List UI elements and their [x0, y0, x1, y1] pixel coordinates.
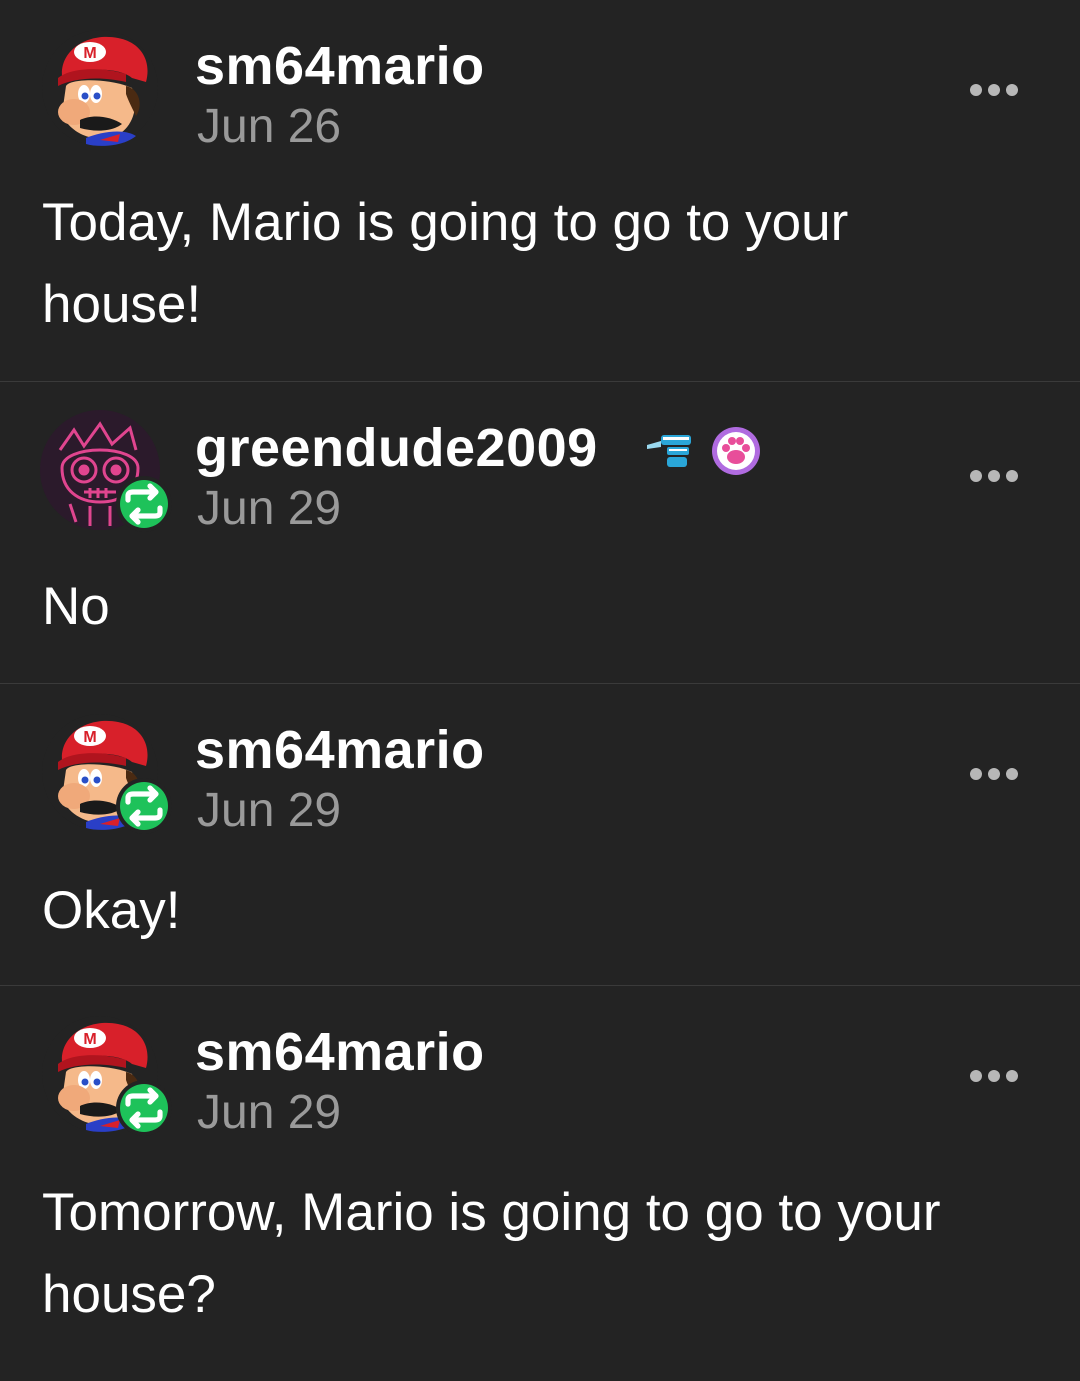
username[interactable]: sm64mario — [195, 36, 485, 96]
username[interactable]: sm64mario — [195, 1022, 485, 1082]
post: sm64mario Jun 26 Today, Mario is going t… — [0, 0, 1080, 382]
reblog-icon — [116, 778, 172, 834]
post-date: Jun 29 — [197, 784, 342, 837]
reblog-icon — [116, 476, 172, 532]
username[interactable]: sm64mario — [195, 720, 485, 780]
skull-avatar-icon[interactable] — [40, 410, 172, 536]
zipper-badge-icon — [647, 435, 691, 467]
user-badges — [645, 426, 761, 476]
more-options-icon[interactable] — [970, 84, 1018, 96]
post-text: Today, Mario is going to go to your hous… — [42, 193, 849, 334]
more-options-icon[interactable] — [970, 470, 1018, 482]
username[interactable]: greendude2009 — [195, 418, 598, 478]
post-text: No — [42, 577, 110, 636]
reblog-icon — [116, 1080, 172, 1136]
mario-avatar-icon[interactable] — [40, 712, 172, 838]
post: sm64mario Jun 29 Tomorrow, Mario is goin… — [0, 986, 1080, 1381]
more-options-icon[interactable] — [970, 768, 1018, 780]
paw-badge-icon — [712, 427, 760, 475]
post-date: Jun 29 — [197, 1086, 342, 1139]
post-date: Jun 29 — [197, 482, 342, 535]
post: greendude2009 Jun 29 No — [0, 382, 1080, 684]
post-text: Tomorrow, Mario is going to go to your h… — [42, 1183, 941, 1324]
post-text: Okay! — [42, 881, 181, 940]
post-date: Jun 26 — [197, 100, 342, 153]
more-options-icon[interactable] — [970, 1070, 1018, 1082]
post: sm64mario Jun 29 Okay! — [0, 684, 1080, 986]
mario-avatar-icon[interactable] — [40, 1014, 172, 1140]
mario-avatar-icon[interactable] — [40, 28, 166, 154]
